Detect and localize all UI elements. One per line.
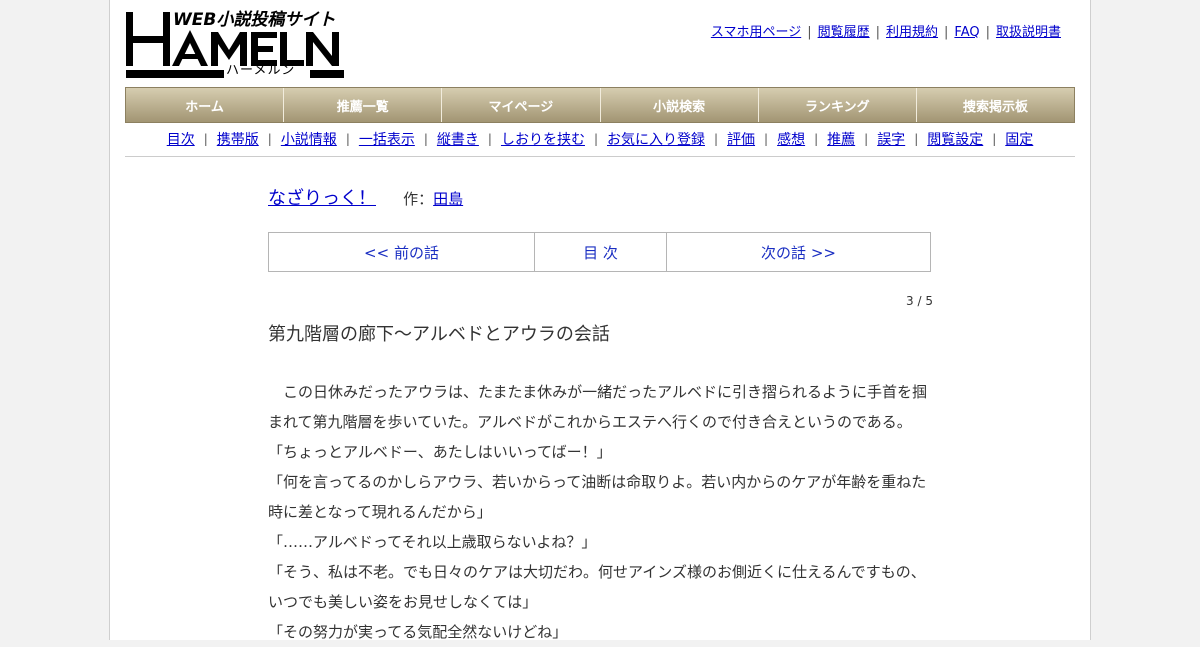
separator: | [203,132,208,146]
subnav-view-settings[interactable]: 閲覧設定 [927,129,983,149]
nav-recommend-list[interactable]: 推薦一覧 [283,88,441,122]
link-history[interactable]: 閲覧履歴 [818,25,870,40]
subnav-typo[interactable]: 誤字 [877,129,905,149]
novel-header: なざりっく！ 作：田島 [268,184,463,210]
subnav-pin[interactable]: 固定 [1005,129,1033,149]
separator: | [267,132,272,146]
separator: | [814,132,819,146]
episode-nav: << 前の話 目 次 次の話 >> [268,232,931,272]
separator: | [914,132,919,146]
separator: | [423,132,428,146]
top-links: スマホ用ページ | 閲覧履歴 | 利用規約 | FAQ | 取扱説明書 [711,24,1061,42]
separator: | [593,132,598,146]
separator: | [944,25,949,40]
body-paragraph: 「何を言ってるのかしらアウラ、若いからって油断は命取りよ。若い内からのケアが年齢… [268,473,927,521]
subnav-rating[interactable]: 評価 [727,129,755,149]
episode-counter: 3 / 5 [906,294,933,308]
chapter-title: 第九階層の廊下～アルベドとアウラの会話 [268,324,610,345]
author-link[interactable]: 田島 [433,190,463,208]
nav-novel-search[interactable]: 小説検索 [599,88,758,122]
separator: | [345,132,350,146]
separator: | [714,132,719,146]
author-label: 作： [403,190,434,208]
body-paragraph: 「そう、私は不老。でも日々のケアは大切だわ。何せアインズ様のお側近くに仕えるんで… [268,563,926,611]
subnav-vertical[interactable]: 縦書き [437,129,479,149]
novel-body: この日休みだったアウラは、たまたま休みが一緒だったアルベドに引き摺られるように手… [268,377,936,647]
body-paragraph: 「その努力が実ってる気配全然ないけどね」 [268,623,568,641]
separator: | [985,25,990,40]
link-terms[interactable]: 利用規約 [886,25,938,40]
link-smartphone[interactable]: スマホ用ページ [711,25,801,40]
separator: | [807,25,812,40]
separator: | [764,132,769,146]
link-manual[interactable]: 取扱説明書 [996,25,1061,40]
novel-title-link[interactable]: なざりっく！ [268,188,376,209]
subnav-comments[interactable]: 感想 [777,129,805,149]
body-paragraph: 「ちょっとアルベドー、あたしはいいってばー！」 [268,443,612,461]
subnav-favorite[interactable]: お気に入り登録 [607,129,705,149]
separator: | [875,25,880,40]
subnav-recommend[interactable]: 推薦 [827,129,855,149]
next-episode-link[interactable]: 次の話 >> [667,233,930,271]
toc-link[interactable]: 目 次 [535,233,667,271]
separator: | [864,132,869,146]
separator: | [992,132,997,146]
body-paragraph: この日休みだったアウラは、たまたま休みが一緒だったアルベドに引き摺られるように手… [268,383,927,431]
separator: | [487,132,492,146]
logo-reading: ハーメルン [226,63,296,78]
subnav-novel-info[interactable]: 小説情報 [281,129,337,149]
logo-tagline: WEB小説投稿サイト [173,10,336,30]
prev-episode-link[interactable]: << 前の話 [269,233,535,271]
link-faq[interactable]: FAQ [954,25,979,40]
main-nav: ホーム 推薦一覧 マイページ 小説検索 ランキング 捜索掲示板 [125,87,1075,123]
site-logo[interactable]: WEB小説投稿サイト ハーメルン [126,10,346,82]
nav-mypage[interactable]: マイページ [441,88,599,122]
nav-home[interactable]: ホーム [126,88,283,122]
subnav-toc[interactable]: 目次 [167,129,195,149]
subnav-show-all[interactable]: 一括表示 [359,129,415,149]
novel-sub-nav: 目次 | 携帯版 | 小説情報 | 一括表示 | 縦書き | しおりを挟む | お気に入り登… [125,122,1075,157]
subnav-mobile[interactable]: 携帯版 [217,129,259,149]
nav-ranking[interactable]: ランキング [757,88,916,122]
body-paragraph: 「……アルベドってそれ以上歳取らないよね？」 [268,533,597,551]
subnav-bookmark[interactable]: しおりを挟む [501,129,585,149]
nav-search-board[interactable]: 捜索掲示板 [915,88,1074,122]
